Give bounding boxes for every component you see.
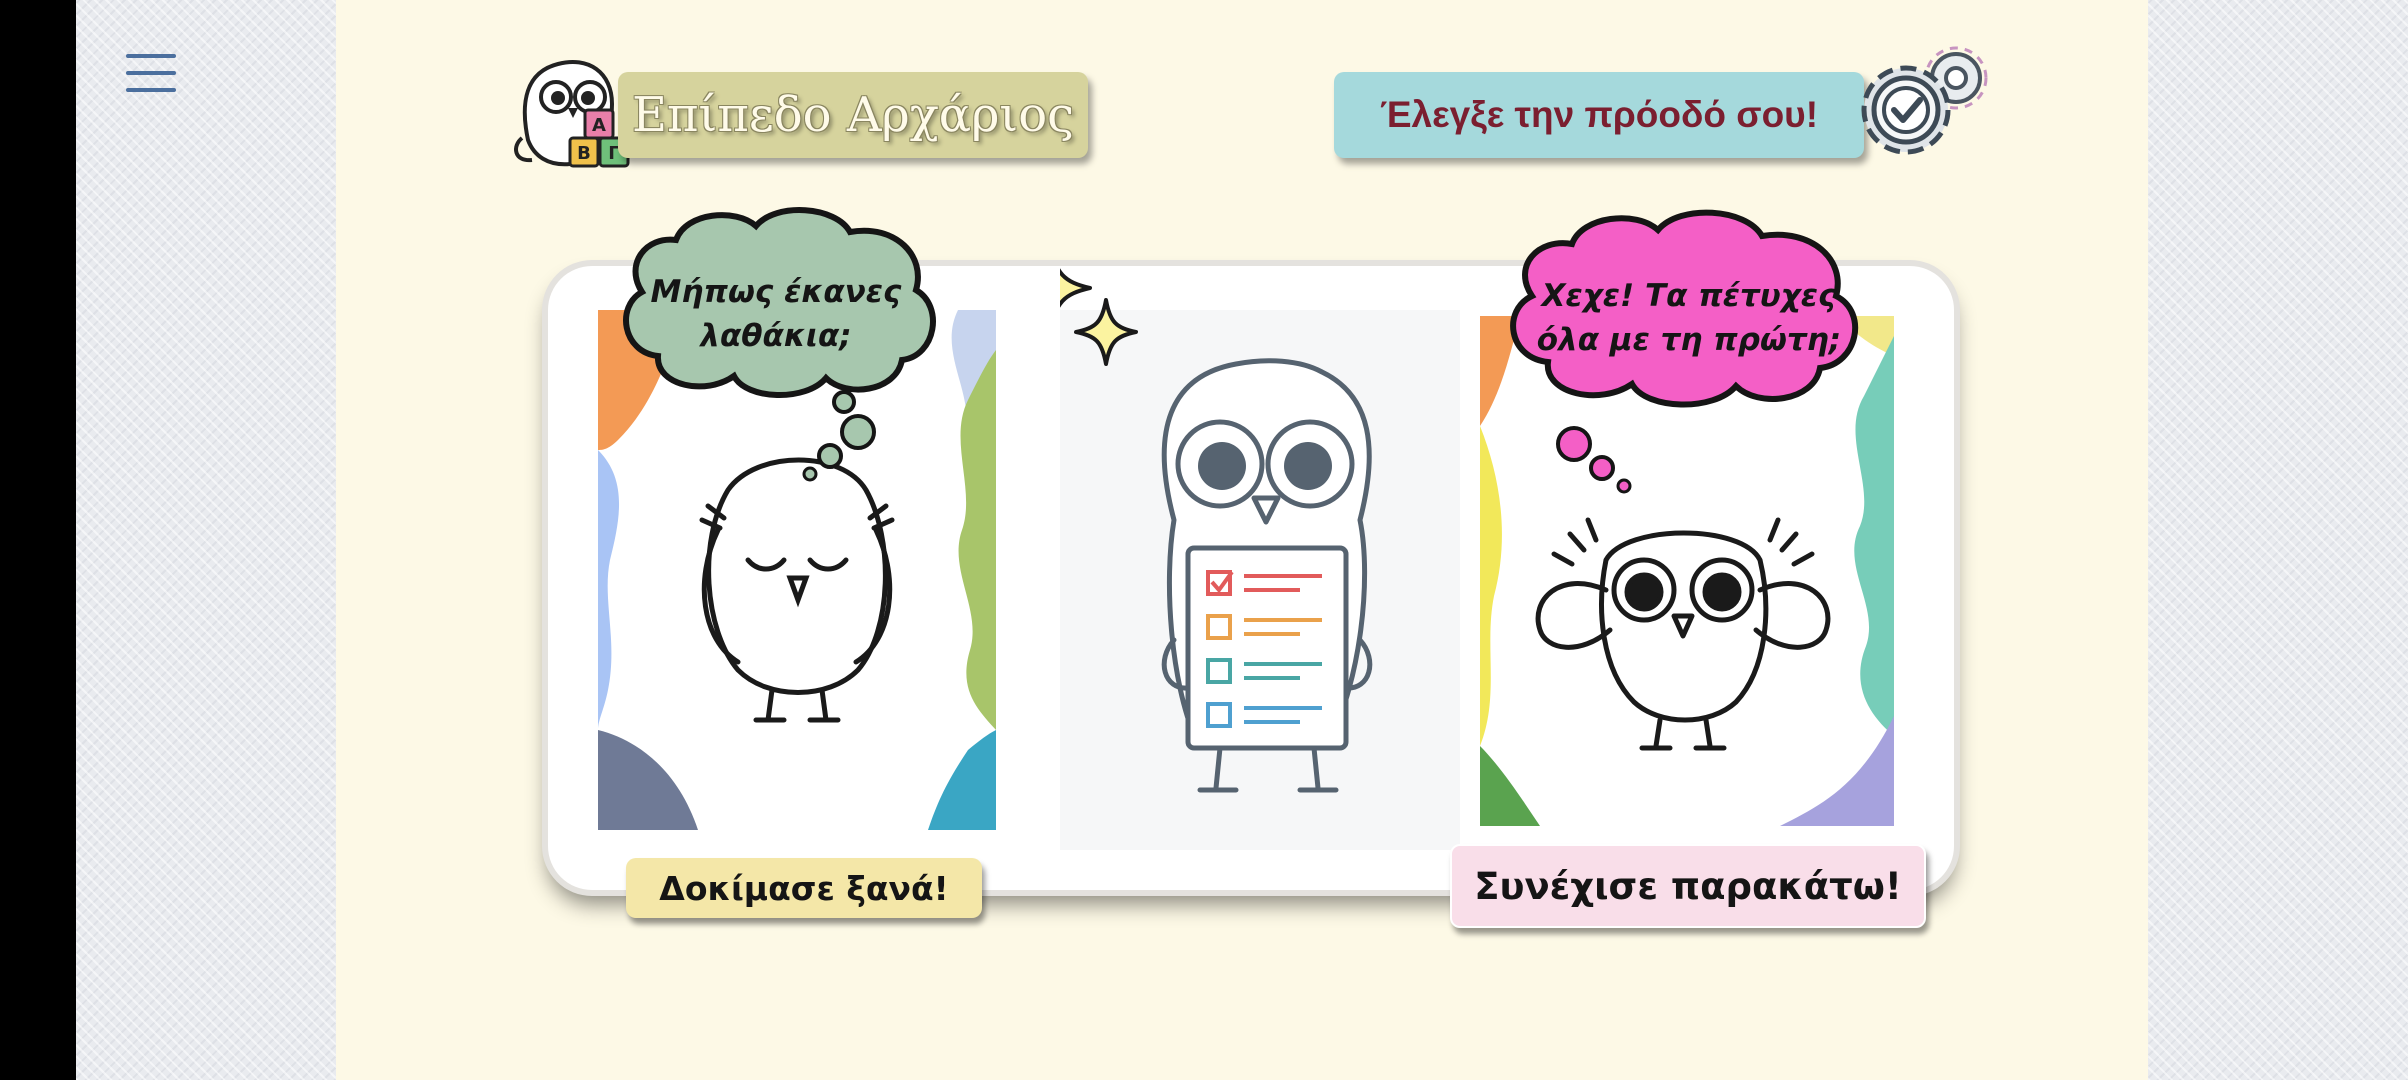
- right-thought-dots: [1556, 426, 1632, 494]
- right-bubble-text: Χεχε! Τα πέτυχες όλα με τη πρώτη;: [1524, 274, 1854, 362]
- retry-button[interactable]: Δοκίμασε ξανά!: [626, 858, 982, 918]
- main-page: A B Γ Επίπεδο Αρχάριος Έλεγξε την πρόοδό…: [336, 0, 2148, 1080]
- continue-button-label: Συνέχισε παρακάτω!: [1474, 864, 1902, 908]
- check-progress-button[interactable]: Έλεγξε την πρόοδό σου!: [1334, 72, 1864, 158]
- check-progress-label: Έλεγξε την πρόοδό σου!: [1379, 94, 1819, 135]
- right-side-background: [2148, 0, 2408, 1080]
- left-bubble-line-1: Μήπως έκανες: [650, 274, 902, 310]
- gear-check-icon[interactable]: [1844, 40, 2004, 170]
- right-bubble-line-1: Χεχε! Τα πέτυχες: [1541, 278, 1837, 314]
- badge-block-b: B: [577, 143, 591, 164]
- left-bubble-line-2: λαθάκια;: [700, 318, 852, 354]
- left-black-bar: [0, 0, 76, 1080]
- continue-button[interactable]: Συνέχισε παρακάτω!: [1450, 844, 1926, 928]
- left-thought-dots: [802, 414, 876, 482]
- hamburger-menu-icon[interactable]: [126, 54, 176, 94]
- happy-owl-illustration: [1535, 517, 1831, 751]
- badge-block-a: A: [592, 115, 606, 136]
- level-title-plate: Επίπεδο Αρχάριος: [618, 72, 1088, 158]
- owl-checklist-illustration: [1060, 268, 1460, 850]
- left-side-background: [76, 0, 336, 1080]
- right-bubble-line-2: όλα με τη πρώτη;: [1536, 322, 1842, 358]
- level-title: Επίπεδο Αρχάριος: [631, 87, 1075, 143]
- left-bubble-text: Μήπως έκανες λαθάκια;: [636, 270, 916, 358]
- retry-button-label: Δοκίμασε ξανά!: [659, 868, 949, 908]
